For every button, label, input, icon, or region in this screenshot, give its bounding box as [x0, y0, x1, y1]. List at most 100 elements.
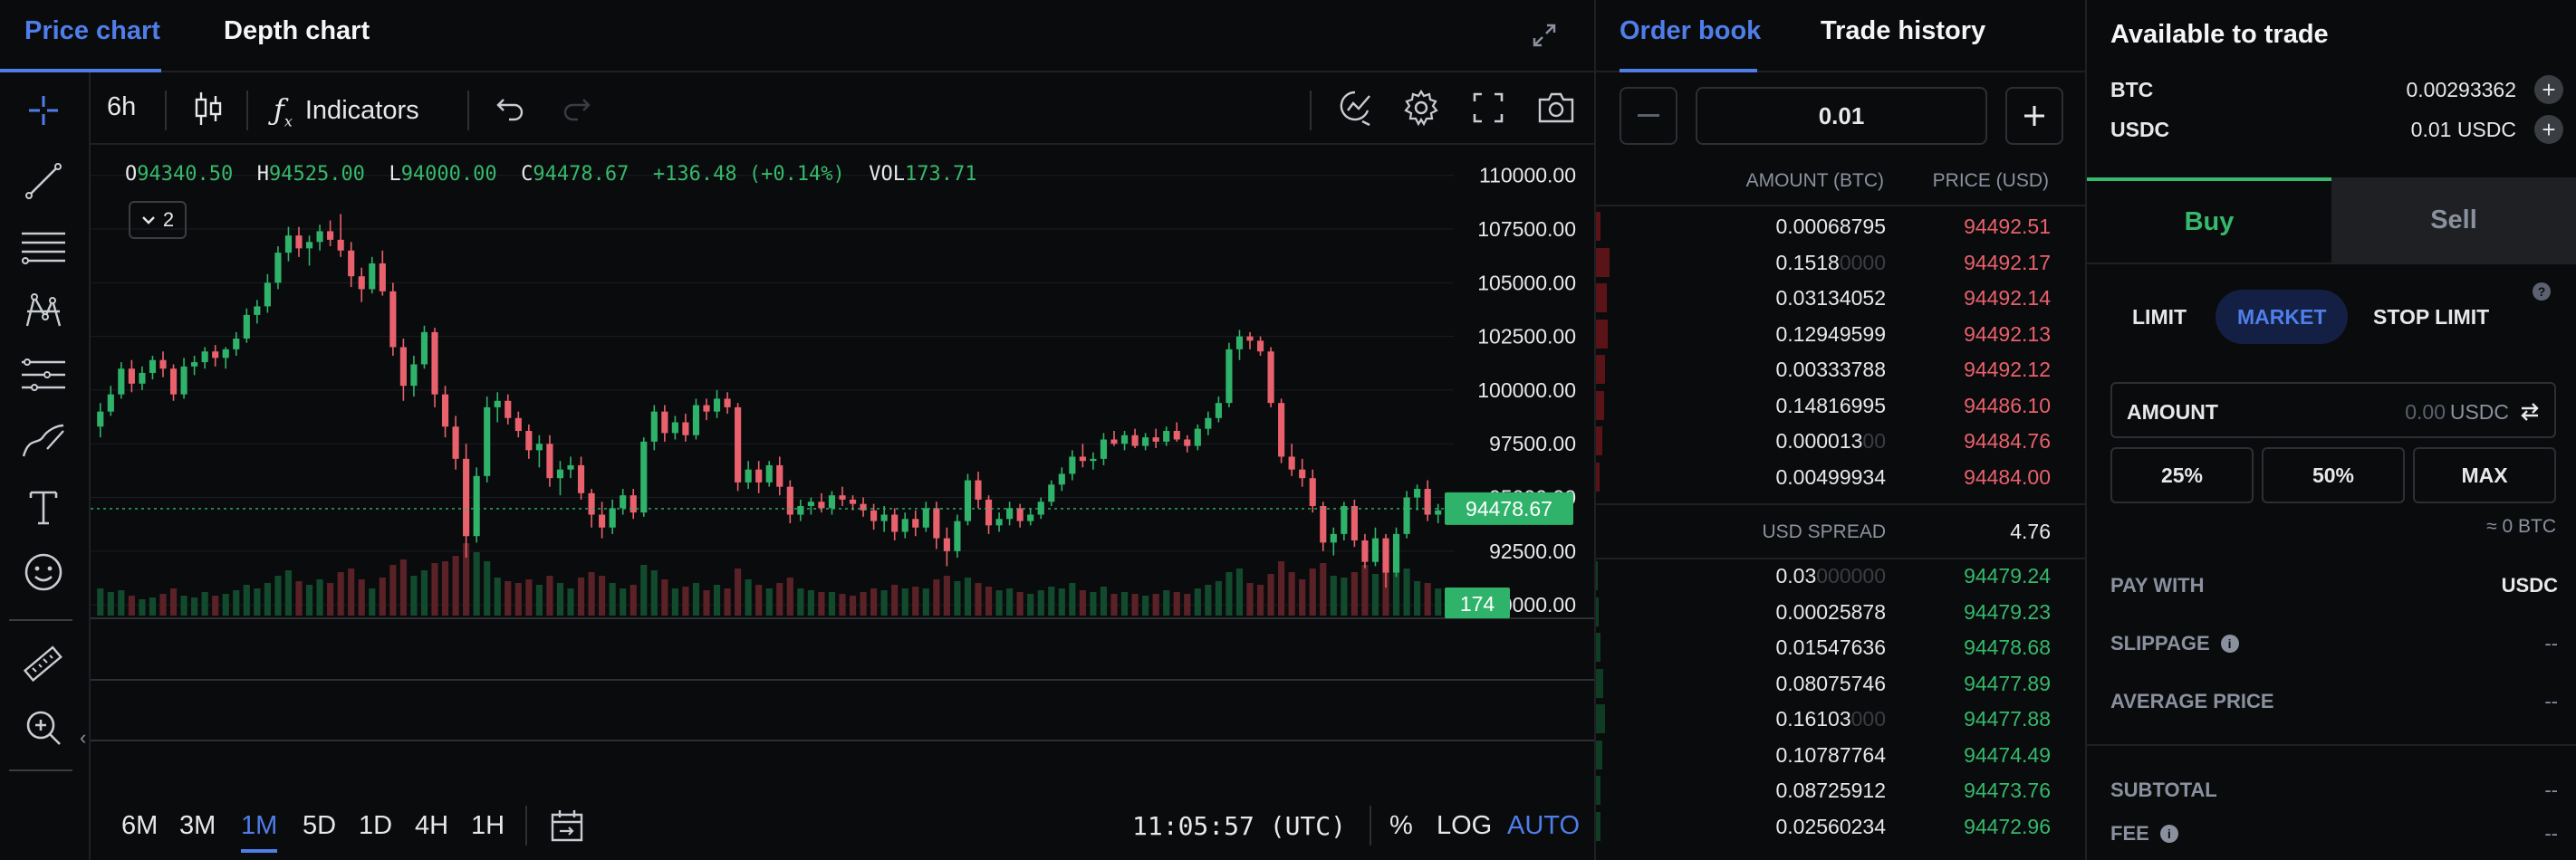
candle-body	[1120, 435, 1129, 444]
ask-row[interactable]: 0.14816995 94486.10	[1596, 387, 2087, 423]
ruler-icon[interactable]	[18, 639, 69, 690]
interval-selector[interactable]: 6h	[107, 92, 136, 122]
ask-row[interactable]: 0.00068795 94492.51	[1596, 208, 2087, 244]
timeframe-6m[interactable]: 6M	[121, 811, 158, 841]
ask-row[interactable]: 0.00499934 94484.00	[1596, 459, 2087, 494]
help-icon[interactable]: ?	[2533, 282, 2551, 301]
collapse-tools-icon[interactable]: ‹	[80, 726, 86, 750]
buy-tab[interactable]: Buy	[2087, 177, 2331, 263]
camera-icon[interactable]	[1536, 91, 1576, 125]
tab-order-book[interactable]: Order book	[1620, 16, 1761, 46]
price-plot[interactable]: 110000.00 107500.00 105000.00 102500.00 1000…	[91, 145, 1594, 751]
amount-max-button[interactable]: MAX	[2413, 447, 2556, 503]
order-type-stop-limit[interactable]: STOP LIMIT	[2351, 290, 2511, 344]
candle-body	[1184, 439, 1191, 446]
price-column-header: PRICE (USD)	[1932, 170, 2049, 191]
fee-info-icon[interactable]: i	[2159, 825, 2178, 843]
timeframe-3m[interactable]: 3M	[179, 811, 216, 841]
auto-scale-toggle[interactable]: AUTO	[1507, 811, 1580, 841]
fib-levels-icon[interactable]	[18, 349, 69, 400]
current-price-label: 94478.67	[1466, 497, 1552, 521]
undo-icon[interactable]	[495, 92, 525, 123]
slippage-info-icon[interactable]: i	[2220, 635, 2239, 653]
emoji-icon[interactable]	[18, 547, 69, 597]
order-price: 94479.24	[1964, 564, 2051, 588]
amount-input[interactable]: AMOUNT 0.00 USDC	[2110, 382, 2556, 438]
bid-row[interactable]: 0.00025878 94479.23	[1596, 594, 2087, 629]
candle-body	[650, 411, 658, 442]
price-step-input[interactable]: 0.01	[1696, 87, 1987, 145]
brush-icon[interactable]	[18, 415, 69, 465]
crosshair-icon[interactable]	[18, 85, 69, 136]
zoom-in-icon[interactable]	[18, 702, 69, 753]
bid-row[interactable]: 0.03000000 94479.24	[1596, 558, 2087, 593]
balance-value: 0.00293362	[2406, 78, 2516, 101]
tab-trade-history[interactable]: Trade history	[1821, 16, 1985, 46]
ask-row[interactable]: 0.03134052 94492.14	[1596, 280, 2087, 315]
deposit-btc-plus-icon[interactable]: +	[2534, 75, 2563, 104]
bid-row[interactable]: 0.16103000 94477.88	[1596, 701, 2087, 736]
settings-gear-icon[interactable]	[1402, 89, 1440, 127]
alert-icon[interactable]	[1337, 89, 1373, 127]
candle-body	[901, 519, 908, 532]
sell-tab[interactable]: Sell	[2331, 177, 2576, 263]
ask-row[interactable]: 0.00001300 94484.76	[1596, 423, 2087, 458]
indicators-button[interactable]: ƒx Indicators	[274, 92, 419, 129]
volume-value: 173.71	[905, 163, 977, 186]
horizontal-lines-icon[interactable]	[18, 221, 69, 272]
volume-bar	[243, 585, 250, 616]
fullscreen-icon[interactable]	[1471, 91, 1505, 125]
candle-body	[284, 235, 293, 253]
pay-with-row[interactable]: PAY WITH USDC	[2110, 567, 2558, 603]
order-type-limit[interactable]: LIMIT	[2110, 290, 2208, 344]
candlestick-chart[interactable]: 110000.00 107500.00 105000.00 102500.00 1000…	[91, 145, 1594, 751]
bid-row[interactable]: 0.10787764 94474.49	[1596, 737, 2087, 772]
slippage-key: SLIPPAGE i	[2110, 632, 2239, 655]
timeframe-1d[interactable]: 1D	[359, 811, 392, 841]
step-decrease-button[interactable]	[1620, 87, 1677, 145]
tab-price-chart[interactable]: Price chart	[24, 16, 160, 46]
candle-body	[818, 502, 825, 509]
bid-depth-bar	[1596, 740, 1602, 769]
bid-row[interactable]: 0.02560234 94472.96	[1596, 808, 2087, 844]
volume-bar	[348, 569, 355, 616]
amount-50-percent-button[interactable]: 50%	[2262, 447, 2405, 503]
candle-type-icon[interactable]	[192, 91, 225, 127]
expand-icon[interactable]	[1529, 20, 1560, 51]
volume-bar	[588, 572, 595, 616]
date-range-icon[interactable]	[549, 807, 585, 848]
legend-toggle-button[interactable]: 2	[129, 201, 187, 239]
order-price: 94486.10	[1964, 393, 2051, 417]
bid-row[interactable]: 0.08725912 94473.76	[1596, 772, 2087, 807]
ask-row[interactable]: 0.12949599 94492.13	[1596, 316, 2087, 351]
timeframe-1h[interactable]: 1H	[471, 811, 505, 841]
candle-body	[463, 458, 470, 537]
candle-body	[1142, 437, 1149, 446]
step-increase-button[interactable]	[2005, 87, 2063, 145]
candle-body	[254, 306, 261, 315]
trendline-icon[interactable]	[18, 156, 69, 206]
candle-body	[452, 426, 459, 459]
ask-row[interactable]: 0.00333788 94492.12	[1596, 351, 2087, 387]
volume-bar	[305, 585, 313, 616]
text-tool-icon[interactable]	[18, 482, 69, 532]
tools-divider	[9, 619, 72, 621]
ask-row[interactable]: 0.15180000 94492.17	[1596, 244, 2087, 280]
bid-row[interactable]: 0.01547636 94478.68	[1596, 629, 2087, 664]
log-scale-toggle[interactable]: LOG	[1437, 811, 1492, 841]
deposit-usdc-plus-icon[interactable]: +	[2534, 115, 2563, 144]
timeframe-5d[interactable]: 5D	[303, 811, 336, 841]
swap-units-icon[interactable]	[2518, 400, 2542, 424]
pattern-icon[interactable]	[18, 286, 69, 337]
volume-bar	[97, 588, 104, 616]
bid-row[interactable]: 0.08075746 94477.89	[1596, 665, 2087, 701]
timeframe-1m[interactable]: 1M	[241, 811, 277, 841]
tab-depth-chart[interactable]: Depth chart	[224, 16, 370, 46]
percent-scale-toggle[interactable]: %	[1389, 811, 1413, 841]
amount-25-percent-button[interactable]: 25%	[2110, 447, 2254, 503]
utc-clock[interactable]: 11:05:57 (UTC)	[1132, 811, 1346, 841]
timeframe-4h[interactable]: 4H	[415, 811, 448, 841]
order-type-market[interactable]: MARKET	[2216, 290, 2349, 344]
volume-bar	[786, 578, 793, 616]
redo-icon[interactable]	[562, 92, 592, 123]
